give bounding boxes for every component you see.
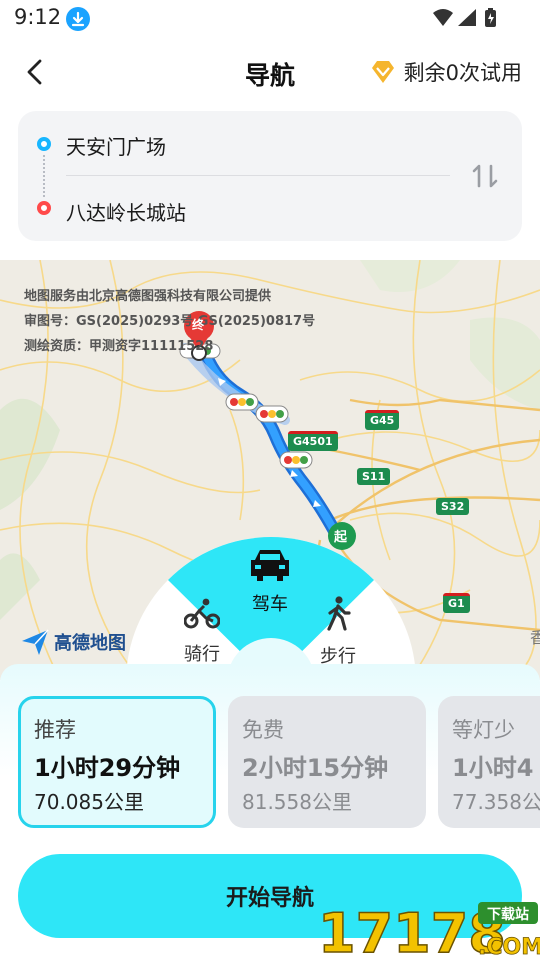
route-option-time: 1小时29分钟: [34, 754, 181, 782]
site-watermark: 17178 下载站 .COM: [317, 898, 540, 960]
road-badge-g45: G45: [365, 410, 400, 430]
wifi-icon: [433, 9, 453, 26]
route-option-fewer-lights[interactable]: 等灯少 1小时4 77.358公: [438, 696, 540, 828]
bicycle-icon: [184, 598, 220, 629]
route-option-distance: 77.358公: [452, 790, 540, 814]
amap-logo: 高德地图: [20, 627, 126, 657]
mode-bike[interactable]: 骑行: [162, 598, 242, 668]
route-options-list[interactable]: 推荐 1小时29分钟 70.085公里 免费 2小时15分钟 81.558公里 …: [18, 696, 540, 830]
swap-button[interactable]: [468, 159, 502, 193]
start-dot-icon: [37, 137, 51, 151]
route-option-tag: 等灯少: [452, 718, 515, 742]
swap-vertical-icon: [472, 164, 498, 188]
route-option-time: 2小时15分钟: [242, 754, 389, 782]
map-credit-provider: 地图服务由北京高德图强科技有限公司提供: [24, 289, 272, 304]
route-option-free[interactable]: 免费 2小时15分钟 81.558公里: [228, 696, 426, 828]
route-option-distance: 70.085公里: [34, 790, 144, 814]
status-time: 9:12: [14, 5, 62, 29]
status-bar: 9:12: [0, 0, 540, 36]
car-icon: [251, 550, 289, 581]
battery-charging-icon: [485, 8, 496, 27]
watermark-badge: 下载站: [487, 906, 529, 923]
route-option-tag: 推荐: [34, 718, 76, 742]
road-badge-g4501: G4501: [288, 431, 338, 451]
amap-logo-icon: [22, 629, 49, 655]
traffic-light-icon: [225, 393, 259, 411]
map-credit-approval: 审图号：GS(2025)0293号 GS(2025)0817号: [24, 314, 316, 329]
road-badge-s11: S11: [357, 468, 391, 485]
mode-walk[interactable]: 步行: [298, 596, 378, 668]
map-credit-qualification: 测绘资质：甲测资字11111528: [24, 339, 214, 354]
traffic-light-icon: [255, 405, 289, 423]
signal-icon: [458, 9, 476, 26]
vip-diamond-icon: [368, 57, 398, 87]
start-navigation-label: 开始导航: [225, 885, 314, 910]
walking-icon: [327, 596, 351, 631]
route-connector: [43, 155, 45, 197]
travel-mode-selector: 驾车 骑行 步行: [126, 522, 416, 726]
divider: [66, 175, 450, 176]
end-marker-label: 终: [192, 318, 205, 332]
route-option-time: 1小时4: [452, 754, 534, 782]
end-location[interactable]: 八达岭长城站: [66, 197, 186, 226]
trial-info[interactable]: 剩余0次试用: [368, 56, 522, 88]
watermark-suffix: .COM: [478, 935, 540, 960]
route-option-recommended[interactable]: 推荐 1小时29分钟 70.085公里: [18, 696, 216, 828]
road-badge-g1: G1: [443, 593, 470, 613]
map-place-char: 香: [530, 628, 540, 647]
header: 导航 剩余0次试用: [0, 40, 540, 104]
status-icons: [432, 8, 502, 28]
download-icon: [66, 7, 90, 31]
amap-logo-text: 高德地图: [54, 633, 126, 654]
trial-remaining-text: 剩余0次试用: [403, 61, 522, 85]
route-card: 天安门广场 八达岭长城站: [18, 111, 522, 241]
road-badge-s32: S32: [436, 498, 470, 515]
end-dot-icon: [37, 201, 51, 215]
route-option-tag: 免费: [242, 718, 284, 742]
route-option-distance: 81.558公里: [242, 790, 352, 814]
start-location[interactable]: 天安门广场: [66, 131, 166, 160]
traffic-light-icon: [279, 451, 313, 469]
mode-bike-label: 骑行: [184, 644, 220, 665]
